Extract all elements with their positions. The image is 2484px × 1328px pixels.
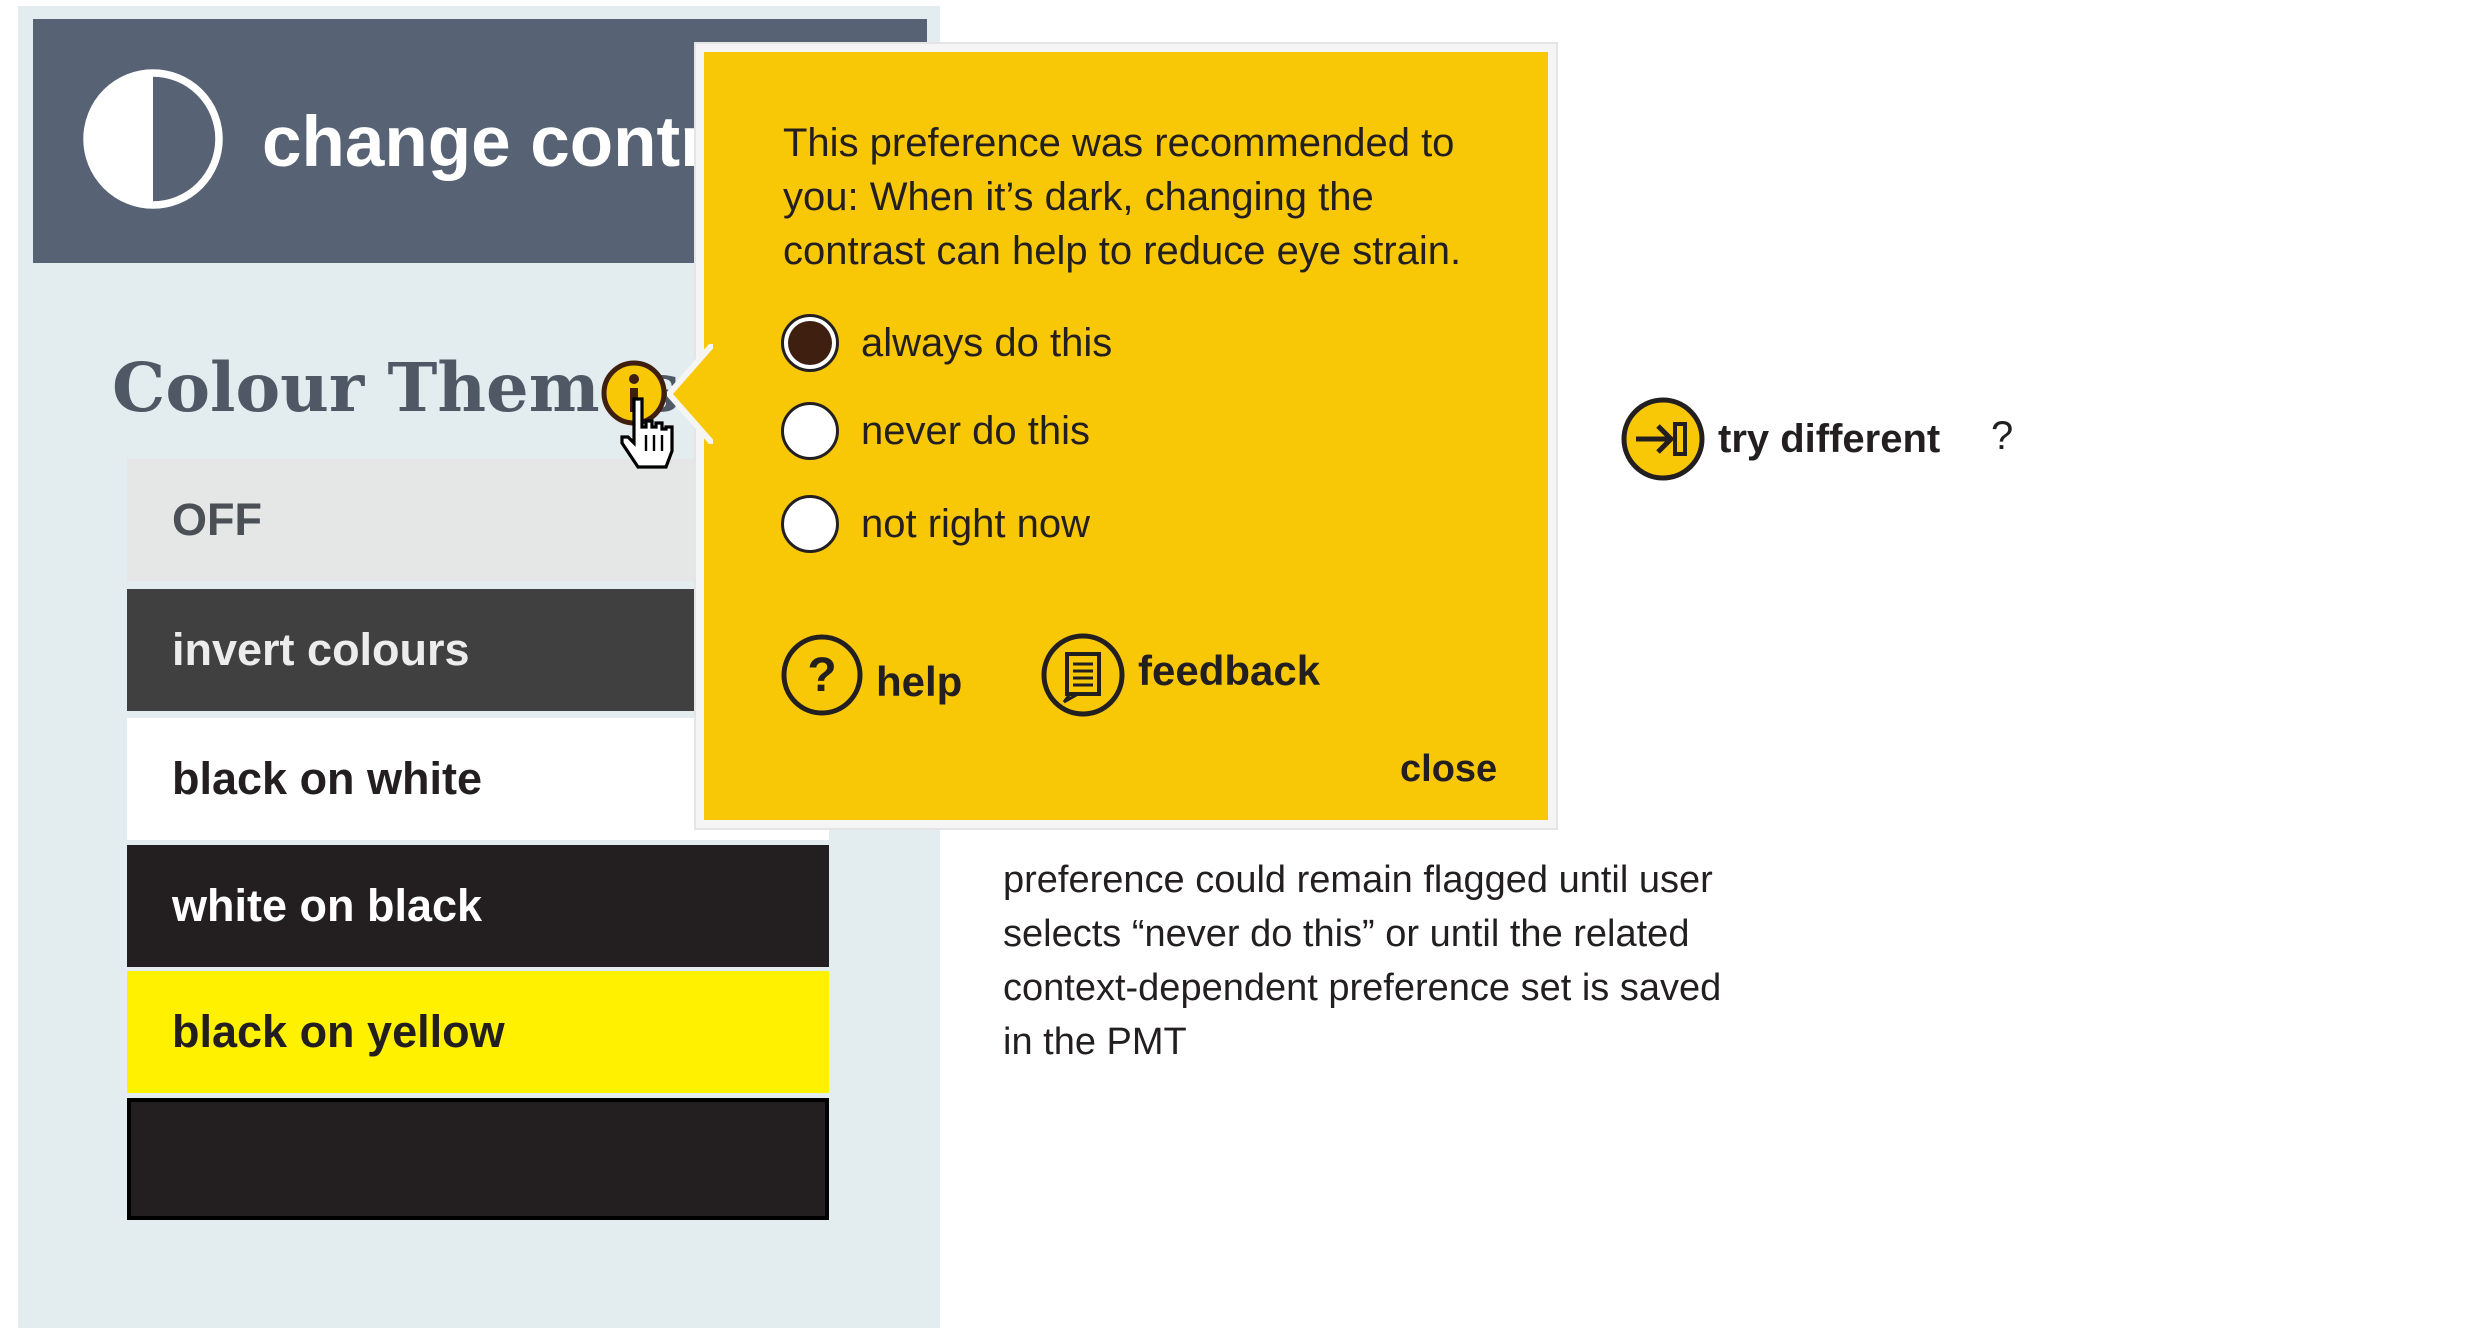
radio-button[interactable] xyxy=(781,495,839,553)
question-mark-icon: ? xyxy=(781,634,863,716)
popup-message: This preference was recommended to you: … xyxy=(783,121,1462,273)
help-label: help xyxy=(876,658,963,705)
try-different-button[interactable]: try different xyxy=(1620,396,1940,482)
radio-always-do-this[interactable]: always do this xyxy=(781,308,1112,378)
radio-not-right-now[interactable]: not right now xyxy=(781,489,1090,559)
radio-label: not right now xyxy=(861,501,1091,546)
section-title: Colour Themes xyxy=(112,348,680,427)
theme-option-black-on-yellow[interactable]: black on yellow xyxy=(127,971,829,1093)
radio-button[interactable] xyxy=(781,402,839,460)
radio-button-selected[interactable] xyxy=(781,314,839,372)
radio-label: always do this xyxy=(861,320,1113,365)
radio-label: never do this xyxy=(861,408,1091,453)
feedback-button[interactable]: feedback xyxy=(1040,630,1320,720)
theme-option-label: black on white xyxy=(172,753,483,804)
theme-option-label: black on yellow xyxy=(172,1006,505,1057)
question-mark-text: ? xyxy=(1991,414,2014,458)
theme-option-blank[interactable] xyxy=(127,1098,829,1220)
theme-option-label: white on black xyxy=(172,880,483,931)
theme-option-label: OFF xyxy=(172,494,262,545)
hand-pointer-cursor-icon xyxy=(620,397,674,469)
half-contrast-icon xyxy=(83,69,223,209)
feedback-document-icon xyxy=(1041,633,1125,717)
radio-selected-dot xyxy=(788,321,832,365)
try-different-label: try different xyxy=(1718,416,1941,461)
theme-option-label: invert colours xyxy=(172,624,470,675)
theme-option-white-on-black[interactable]: white on black xyxy=(127,845,829,967)
feedback-label: feedback xyxy=(1138,647,1321,694)
svg-text:?: ? xyxy=(807,649,836,702)
radio-never-do-this[interactable]: never do this xyxy=(781,396,1090,466)
arrow-into-box-icon xyxy=(1621,397,1705,481)
annotation-note: preference could remain flagged until us… xyxy=(1003,859,1722,1063)
close-button[interactable]: close xyxy=(1400,748,1497,791)
help-button[interactable]: ? help xyxy=(780,630,962,720)
